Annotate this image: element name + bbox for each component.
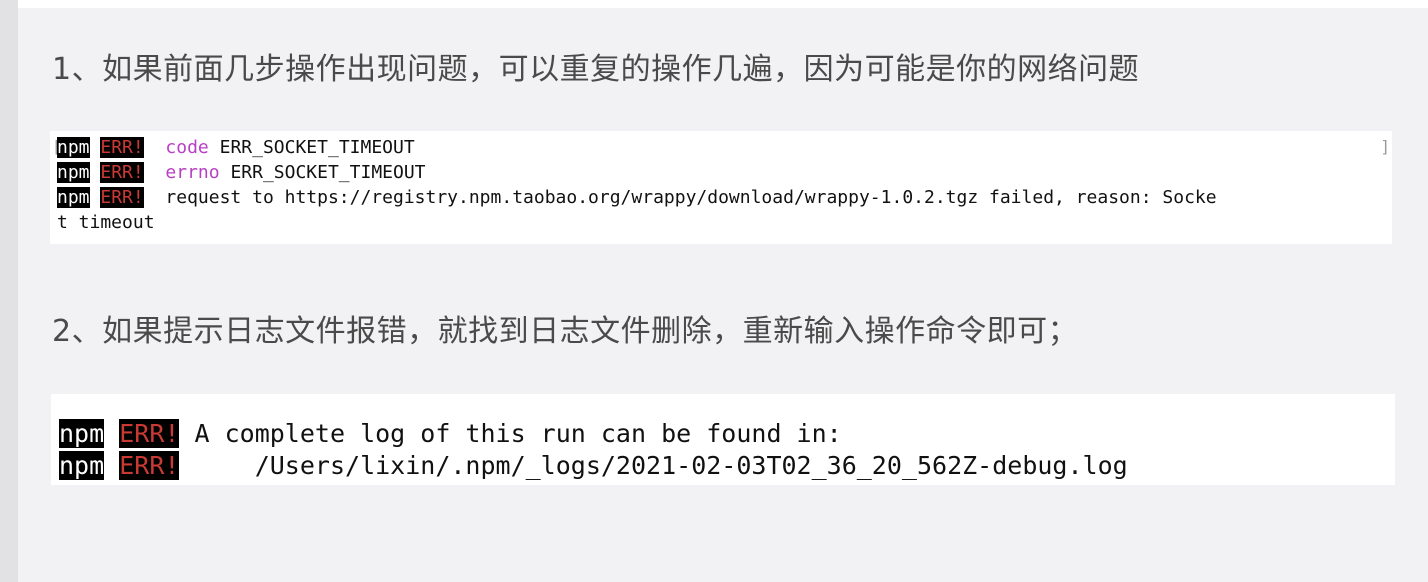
err-prefix: ERR! [100, 162, 144, 183]
npm-prefix: npm [57, 137, 90, 158]
npm-prefix: npm [57, 162, 90, 183]
blockquote-bar [0, 0, 18, 582]
npm-prefix: npm [59, 451, 105, 480]
log-path-text: /Users/lixin/.npm/_logs/2021-02-03T02_36… [194, 451, 1128, 480]
blockquote-panel [18, 8, 1428, 582]
terminal-line: npm ERR! errno ERR_SOCKET_TIMEOUT [57, 160, 1217, 185]
paragraph-step-2: 2、如果提示日志文件报错，就找到日志文件删除，重新输入操作命令即可； [52, 314, 1079, 349]
err-prefix: ERR! [119, 419, 180, 448]
terminal-screenshot-timeout: [ ] npm ERR! code ERR_SOCKET_TIMEOUT npm… [50, 131, 1392, 244]
log-intro-text: A complete log of this run can be found … [194, 419, 842, 448]
page: 1、如果前面几步操作出现问题，可以重复的操作几遍，因为可能是你的网络问题 [ ]… [0, 0, 1428, 582]
terminal-line: npm ERR! /Users/lixin/.npm/_logs/2021-02… [59, 450, 1128, 482]
err-prefix: ERR! [100, 187, 144, 208]
npm-prefix: npm [57, 187, 90, 208]
paragraph-step-1: 1、如果前面几步操作出现问题，可以重复的操作几遍，因为可能是你的网络问题 [52, 52, 1140, 87]
errno-value: ERR_SOCKET_TIMEOUT [230, 162, 426, 183]
terminal-line: npm ERR! code ERR_SOCKET_TIMEOUT [57, 135, 1217, 160]
errno-keyword: errno [165, 162, 220, 183]
terminal-line: npm ERR! request to https://registry.npm… [57, 185, 1217, 210]
npm-prefix: npm [59, 419, 105, 448]
code-value: ERR_SOCKET_TIMEOUT [219, 137, 415, 158]
selection-bracket-right: ] [1380, 137, 1390, 156]
code-keyword: code [165, 137, 209, 158]
err-prefix: ERR! [100, 137, 144, 158]
request-failure-text: request to https://registry.npm.taobao.o… [165, 187, 1217, 208]
terminal-line-wrap: t timeout [57, 212, 155, 233]
terminal-screenshot-log: npm ERR! A complete log of this run can … [51, 394, 1395, 485]
terminal-line: npm ERR! A complete log of this run can … [59, 418, 1128, 450]
err-prefix: ERR! [119, 451, 180, 480]
